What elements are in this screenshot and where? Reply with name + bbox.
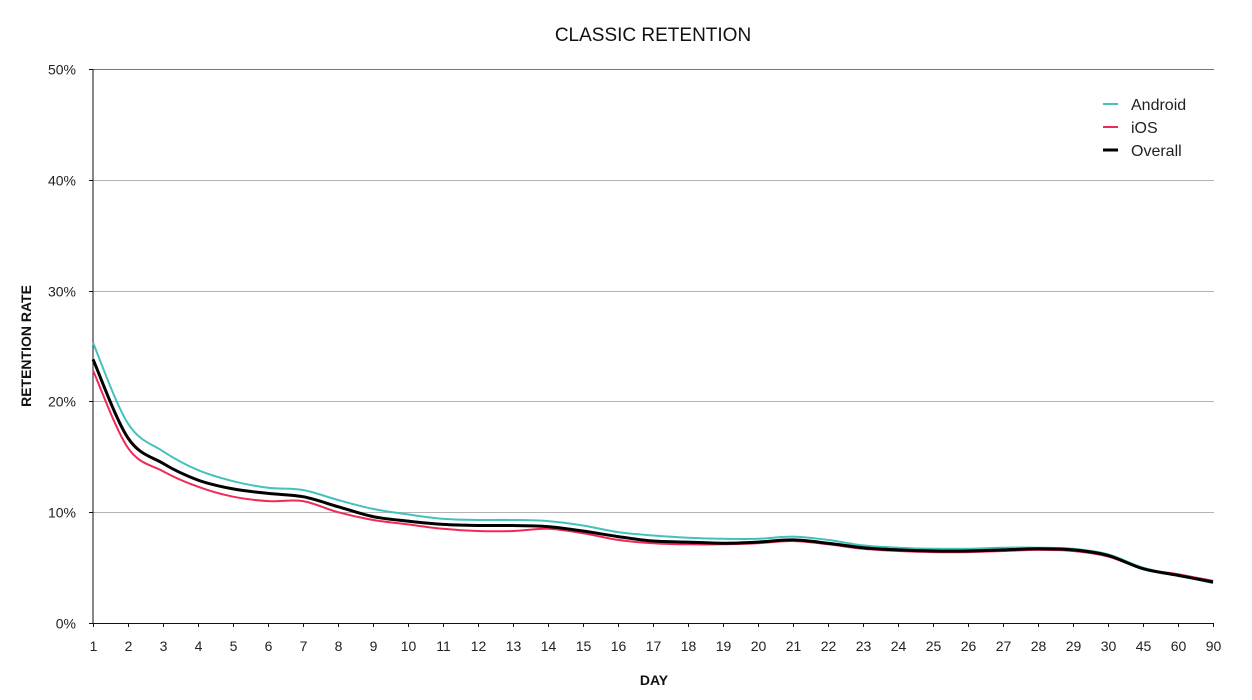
x-tick-label: 24 [891, 638, 907, 654]
legend-label-overall: Overall [1131, 143, 1182, 160]
x-tick-label: 2 [125, 638, 133, 654]
series-line-overall [91, 358, 1214, 584]
x-tick-label: 17 [646, 638, 662, 654]
y-tick-label: 40% [48, 173, 76, 189]
x-tick-label: 21 [786, 638, 802, 654]
series-lines [91, 342, 1214, 585]
x-tick-label: 11 [436, 638, 451, 654]
legend: Android iOS Overall [1103, 97, 1186, 160]
legend-label-ios: iOS [1131, 120, 1158, 137]
x-tick-label: 28 [1031, 638, 1047, 654]
x-tick-label: 27 [996, 638, 1012, 654]
x-tick-label: 14 [541, 638, 557, 654]
x-tick-label: 19 [716, 638, 732, 654]
y-tick-label: 0% [56, 616, 76, 632]
chart-title: CLASSIC RETENTION [555, 25, 751, 46]
x-tick-label: 8 [335, 638, 343, 654]
x-tick-label: 16 [611, 638, 627, 654]
x-axis-title: DAY [640, 672, 669, 688]
x-tick-label: 10 [401, 638, 417, 654]
y-tick-label: 20% [48, 394, 76, 410]
x-tick-label: 45 [1136, 638, 1152, 654]
x-tick-label: 4 [195, 638, 203, 654]
x-tick-label: 22 [821, 638, 837, 654]
x-tick-label: 9 [370, 638, 378, 654]
x-tick-label: 13 [506, 638, 522, 654]
series-line-android [92, 342, 1214, 585]
x-tick-label: 29 [1066, 638, 1082, 654]
x-tick-label: 25 [926, 638, 942, 654]
y-tick-label: 10% [48, 505, 76, 521]
x-axis-ticks: 1 2 3 4 5 6 7 8 9 10 11 12 13 14 15 16 17 18 19 20 21 22 23 24 2… [90, 623, 1222, 654]
x-tick-label: 12 [471, 638, 487, 654]
x-tick-label: 18 [681, 638, 697, 654]
x-tick-label: 90 [1206, 638, 1222, 654]
y-tick-label: 50% [48, 62, 76, 78]
retention-chart: CLASSIC RETENTION 0%10%20%30%40%50% 1234… [18, 25, 1222, 688]
gridlines [93, 69, 1214, 513]
legend-label-android: Android [1131, 97, 1186, 114]
x-tick-label: 3 [160, 638, 168, 654]
x-tick-label: 23 [856, 638, 872, 654]
y-tick-label: 30% [48, 284, 76, 300]
x-tick-label: 7 [300, 638, 308, 654]
x-tick-label: 60 [1171, 638, 1187, 654]
x-tick-label: 20 [751, 638, 767, 654]
y-axis-ticks: 0% 10% 20% 30% 40% 50% [48, 62, 93, 632]
x-tick-label: 1 [90, 638, 98, 654]
x-tick-label: 5 [230, 638, 238, 654]
x-tick-label: 30 [1101, 638, 1117, 654]
y-axis-title: RETENTION RATE [18, 285, 34, 407]
x-tick-label: 15 [576, 638, 592, 654]
x-tick-label: 26 [961, 638, 977, 654]
x-tick-label: 6 [265, 638, 273, 654]
